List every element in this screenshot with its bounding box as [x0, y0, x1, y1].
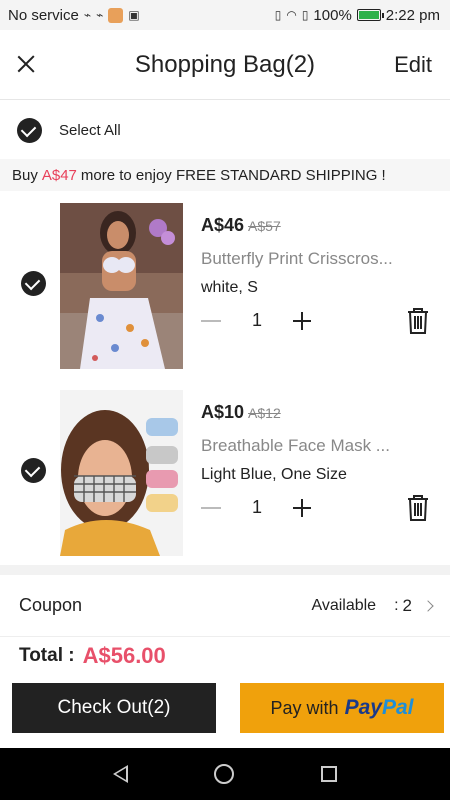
- item-quantity: 1: [251, 497, 262, 517]
- item-variant[interactable]: Light Blue, One Size: [201, 466, 441, 484]
- chevron-right-icon: [422, 599, 434, 612]
- banner-prefix: Buy: [12, 166, 38, 184]
- item-name[interactable]: Butterfly Print Crisscros...: [201, 249, 441, 269]
- carrier-text: No service: [8, 6, 79, 24]
- vibrate-icon: ▯: [274, 8, 282, 22]
- coupon-row[interactable]: Coupon Available : 2: [0, 575, 450, 637]
- edit-button[interactable]: Edit: [394, 52, 432, 78]
- cart-item: A$10 A$12 Breathable Face Mask ... Light …: [0, 386, 450, 556]
- status-bar: No service ⌁ ⌁ ▣ ▯ ◠ ▯ 100% 2:22 pm: [0, 0, 450, 30]
- usb-icon-2: ⌁: [96, 8, 104, 22]
- status-left: No service ⌁ ⌁ ▣: [8, 7, 140, 24]
- item-info: A$46 A$57 Butterfly Print Crisscros... wh…: [201, 215, 441, 297]
- battery-icon: [356, 9, 384, 21]
- quantity-stepper: 1: [201, 497, 311, 518]
- close-icon[interactable]: [12, 50, 40, 78]
- total-row: Total : A$56.00: [19, 640, 166, 672]
- coupon-label: Coupon: [19, 595, 83, 615]
- paypal-logo-pay: Pay: [344, 696, 382, 719]
- wifi-icon: ◠: [286, 8, 297, 22]
- paypal-prefix: Pay with: [270, 697, 339, 718]
- cart-item: A$46 A$57 Butterfly Print Crisscros... wh…: [0, 199, 450, 369]
- banner-suffix: more to enjoy FREE STANDARD SHIPPING !: [80, 166, 386, 184]
- item-info: A$10 A$12 Breathable Face Mask ... Light …: [201, 402, 441, 484]
- system-nav-bar: [0, 748, 450, 800]
- increase-qty-button[interactable]: [293, 311, 311, 330]
- item-name[interactable]: Breathable Face Mask ...: [201, 436, 441, 456]
- sim-icon: ▯: [301, 8, 309, 22]
- increase-qty-button[interactable]: [293, 498, 311, 517]
- back-icon[interactable]: [113, 765, 129, 783]
- page-title: Shopping Bag(2): [134, 50, 316, 78]
- coupon-available-label: Available: [311, 596, 377, 614]
- item-old-price: A$12: [248, 405, 281, 421]
- select-all-label: Select All: [59, 121, 121, 139]
- coupon-count: 2: [402, 595, 412, 615]
- item-old-price: A$57: [248, 218, 281, 234]
- app-header: Shopping Bag(2) Edit: [0, 30, 450, 100]
- battery-percent: 100%: [313, 6, 352, 24]
- total-label: Total :: [19, 645, 75, 666]
- home-icon[interactable]: [214, 764, 235, 784]
- trash-icon[interactable]: [406, 494, 430, 522]
- checkout-button[interactable]: Check Out(2): [12, 683, 216, 733]
- product-image-face-mask[interactable]: [60, 390, 183, 556]
- item-variant[interactable]: white, S: [201, 279, 441, 297]
- app-notification-icon: [108, 7, 124, 23]
- coupon-colon: :: [394, 596, 399, 614]
- item-price-row: A$10 A$12: [201, 402, 441, 423]
- item-price: A$10: [201, 402, 245, 422]
- decrease-qty-button[interactable]: [201, 506, 221, 509]
- banner-amount: A$47: [41, 166, 77, 184]
- quantity-stepper: 1: [201, 310, 311, 331]
- select-all-checkbox[interactable]: [17, 117, 42, 143]
- recent-apps-icon[interactable]: [320, 766, 337, 782]
- total-amount: A$56.00: [82, 643, 166, 668]
- clock: 2:22 pm: [385, 6, 440, 24]
- trash-icon[interactable]: [406, 307, 430, 335]
- paypal-logo-pal: Pal: [381, 696, 414, 719]
- item-checkbox[interactable]: [21, 458, 46, 483]
- paypal-button[interactable]: Pay with PayPal: [240, 683, 444, 733]
- select-all-row[interactable]: Select All: [0, 101, 450, 159]
- item-quantity: 1: [251, 310, 262, 330]
- section-divider: [0, 565, 450, 575]
- decrease-qty-button[interactable]: [201, 319, 221, 322]
- item-checkbox[interactable]: [21, 271, 46, 296]
- free-shipping-banner: Buy A$47 more to enjoy FREE STANDARD SHI…: [0, 159, 450, 191]
- status-right: ▯ ◠ ▯ 100% 2:22 pm: [275, 7, 440, 24]
- product-image-bikini[interactable]: [60, 203, 183, 369]
- item-price: A$46: [201, 215, 245, 235]
- usb-icon: ⌁: [83, 8, 92, 22]
- download-icon: ▣: [128, 8, 140, 22]
- paypal-logo: PayPal: [345, 696, 414, 720]
- item-price-row: A$46 A$57: [201, 215, 441, 236]
